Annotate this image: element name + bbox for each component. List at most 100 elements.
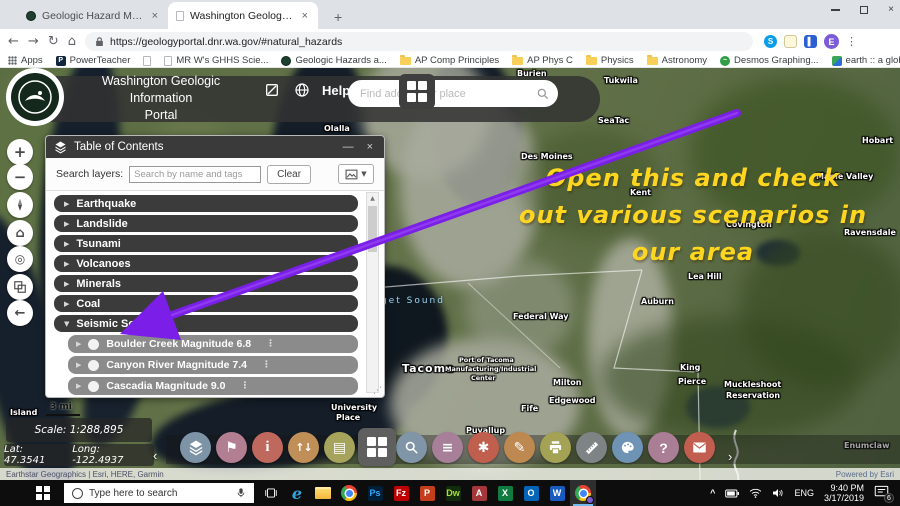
dnr-logo[interactable]	[6, 68, 64, 126]
measure-button[interactable]	[576, 432, 607, 463]
bookmark-desmos[interactable]: ~Desmos Graphing...	[720, 55, 818, 66]
toc-category-volcanoes[interactable]: ▶Volcanoes	[54, 255, 358, 272]
map-tools-icon[interactable]	[264, 82, 280, 103]
bookmark-ap-phys[interactable]: AP Phys C	[512, 55, 573, 66]
query-button[interactable]	[396, 432, 427, 463]
taskbar-powerpoint[interactable]: P	[414, 480, 440, 506]
toc-close-button[interactable]: ×	[364, 141, 376, 153]
attribute-table-button[interactable]: ▤	[324, 432, 355, 463]
note-extension-icon[interactable]	[784, 35, 797, 48]
window-minimize-button[interactable]	[831, 9, 840, 11]
taskbar-access[interactable]: A	[466, 480, 492, 506]
toc-minimize-button[interactable]: —	[340, 141, 357, 153]
taskbar-filezilla[interactable]: Fz	[388, 480, 414, 506]
taskbar-clock[interactable]: 9:40 PM 3/17/2019	[824, 483, 864, 503]
back-arrow-button[interactable]: ←	[7, 300, 33, 326]
toc-layer-cascadia[interactable]: ▶Cascadia Magnitude 9.0⋮	[68, 377, 358, 395]
bookmark-ap-comp[interactable]: AP Comp Principles	[400, 55, 499, 66]
speaker-icon[interactable]	[772, 488, 784, 498]
header-grid-button[interactable]	[399, 74, 435, 109]
bookmark-powerteacher[interactable]: PPowerTeacher	[56, 55, 131, 66]
profile-avatar[interactable]: E	[824, 34, 839, 49]
bookmark-apps[interactable]: Apps	[8, 55, 43, 66]
toc-search-input[interactable]	[129, 166, 261, 183]
window-close-button[interactable]: ×	[888, 5, 894, 15]
taskbar-outlook[interactable]: O	[518, 480, 544, 506]
new-tab-button[interactable]: +	[328, 9, 348, 29]
bookmark-geologic-hazards[interactable]: Geologic Hazards a...	[281, 55, 386, 66]
taskbar-search-input[interactable]	[89, 488, 230, 499]
tray-expand-chevron[interactable]: ^	[710, 488, 715, 498]
browser-reload-button[interactable]: ↻	[48, 35, 59, 48]
microphone-icon[interactable]	[236, 487, 246, 499]
layers-button[interactable]	[180, 432, 211, 463]
toc-category-minerals[interactable]: ▶Minerals	[54, 275, 358, 292]
layer-toggle[interactable]	[88, 360, 99, 371]
home-extent-button[interactable]: ⌂	[7, 220, 33, 246]
globe-icon[interactable]	[294, 82, 310, 103]
toc-category-coal[interactable]: ▶Coal	[54, 295, 358, 312]
toc-header[interactable]: Table of Contents — ×	[46, 136, 384, 158]
scroll-up-icon[interactable]: ▲	[367, 193, 378, 205]
portal-search-input[interactable]	[360, 88, 536, 100]
print-button[interactable]	[540, 432, 571, 463]
my-location-button[interactable]: ◎	[7, 246, 33, 272]
language-indicator[interactable]: ENG	[794, 488, 814, 498]
tab-close-icon[interactable]: ×	[150, 10, 160, 22]
url-bar[interactable]: https://geologyportal.dnr.wa.gov/#natura…	[85, 32, 753, 51]
browser-home-button[interactable]: ⌂	[68, 35, 76, 48]
theme-button[interactable]	[612, 432, 643, 463]
taskbar-excel[interactable]: X	[492, 480, 518, 506]
tab-geologic-hazard-maps[interactable]: Geologic Hazard Maps | WA - DN ×	[18, 2, 168, 29]
browser-forward-button[interactable]: →	[28, 35, 39, 48]
map-canvas[interactable]: Burien Tukwila SeaTac Des Moines Hobart …	[0, 68, 900, 480]
taskbar-edge[interactable]: e	[284, 480, 310, 506]
action-center-button[interactable]: 6	[874, 485, 892, 501]
battery-icon[interactable]	[725, 489, 739, 498]
add-graphics-button[interactable]: ✱	[468, 432, 499, 463]
taskbar-word[interactable]: W	[544, 480, 570, 506]
previous-extent-button[interactable]	[7, 274, 33, 300]
search-icon[interactable]	[536, 87, 550, 101]
bookmark-earth[interactable]: earth :: a global ma...	[832, 55, 900, 66]
basemap-button[interactable]: ⚑	[216, 432, 247, 463]
tab-close-icon[interactable]: ×	[300, 10, 310, 22]
layer-menu-icon[interactable]: ⋮	[240, 381, 249, 391]
taskbar-search-box[interactable]	[64, 483, 254, 503]
bookmark-physics[interactable]: Physics	[586, 55, 634, 66]
start-button[interactable]	[30, 480, 56, 506]
taskbar-chrome[interactable]	[336, 480, 362, 506]
tab-washington-geologic-portal[interactable]: Washington Geologic Informatio ×	[168, 2, 318, 29]
clipper-extension-icon[interactable]: ▌	[804, 35, 817, 48]
taskbar-dreamweaver[interactable]: Dw	[440, 480, 466, 506]
toc-category-landslide[interactable]: ▶Landslide	[54, 215, 358, 232]
legend-button[interactable]: ≡	[432, 432, 463, 463]
collapse-right-chevron[interactable]: ›	[728, 449, 732, 464]
browser-menu-icon[interactable]: ⋮	[846, 35, 857, 48]
toc-category-tsunami[interactable]: ▶Tsunami	[54, 235, 358, 252]
toc-layer-boulder-creek[interactable]: ▶Boulder Creek Magnitude 6.8⋮	[68, 335, 358, 353]
skype-extension-icon[interactable]: S	[764, 35, 777, 48]
info-button[interactable]: i	[252, 432, 283, 463]
swipe-button[interactable]: ↑↓	[288, 432, 319, 463]
toc-clear-button[interactable]: Clear	[267, 165, 311, 184]
bookmark-doc[interactable]	[143, 56, 151, 66]
toc-scrollbar[interactable]: ▲	[366, 192, 379, 393]
layer-toggle[interactable]	[88, 339, 99, 350]
help-button[interactable]: ?	[648, 432, 679, 463]
layer-toggle[interactable]	[88, 381, 99, 392]
task-view-button[interactable]	[258, 480, 284, 506]
bookmark-astronomy[interactable]: Astronomy	[647, 55, 707, 66]
toc-layer-canyon-river[interactable]: ▶Canyon River Magnitude 7.4⋮	[68, 356, 358, 374]
layer-menu-icon[interactable]: ⋮	[262, 360, 271, 370]
zoom-out-button[interactable]: −	[7, 164, 33, 190]
scrollbar-thumb[interactable]	[368, 206, 377, 252]
wifi-icon[interactable]	[749, 488, 762, 498]
taskbar-chrome-active[interactable]	[570, 480, 596, 506]
taskbar-photoshop[interactable]: Ps	[362, 480, 388, 506]
toc-category-earthquake[interactable]: ▶Earthquake	[54, 195, 358, 212]
help-link[interactable]: Help	[322, 83, 350, 98]
taskbar-file-explorer[interactable]	[310, 480, 336, 506]
bookmark-ghhs[interactable]: MR W's GHHS Scie...	[164, 55, 268, 66]
edit-button[interactable]: ✎	[504, 432, 535, 463]
